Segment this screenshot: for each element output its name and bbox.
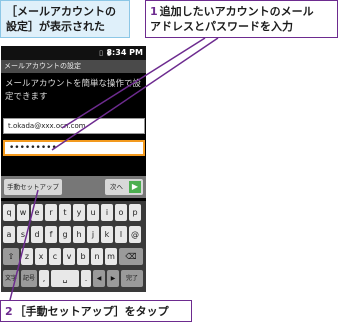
pointer-line-email <box>61 37 206 129</box>
pointer-line-manual-setup <box>9 189 39 301</box>
step-number: 2 <box>5 305 13 318</box>
pointer-line-password <box>51 37 219 151</box>
pointer-lines <box>9 37 219 301</box>
callout-step-2: 2 ［手動セットアップ］をタップ <box>0 300 192 322</box>
callout-text: ［手動セットアップ］をタップ <box>14 305 169 318</box>
